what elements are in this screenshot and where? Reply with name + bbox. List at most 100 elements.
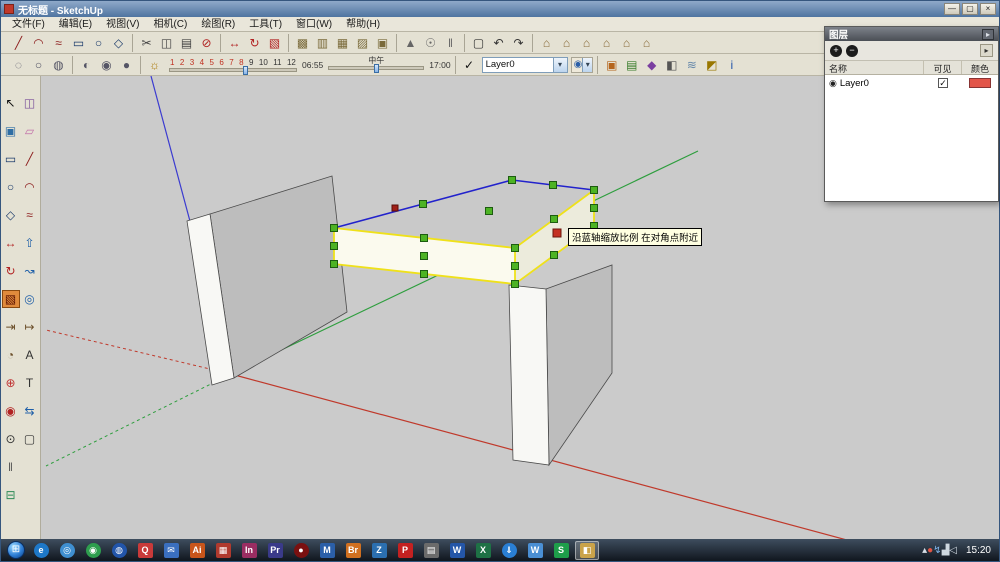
tool-paint-bucket[interactable]: ▣ xyxy=(2,122,20,140)
view-front-button[interactable]: ⌂ xyxy=(577,34,596,52)
style-xray-button[interactable]: ◌ xyxy=(9,56,28,74)
tool-circle[interactable]: ○ xyxy=(2,178,20,196)
scale-grip-active[interactable] xyxy=(552,228,562,238)
style-textured-button[interactable]: ◉ xyxy=(97,56,116,74)
layer-name[interactable]: Layer0 xyxy=(840,78,869,89)
view-top-button[interactable]: ⌂ xyxy=(557,34,576,52)
scale-grip[interactable] xyxy=(420,234,428,242)
previous-view-button[interactable]: ↶ xyxy=(489,34,508,52)
taskbar-browser-button[interactable]: ◉ xyxy=(81,541,105,560)
walk-button[interactable]: ‖ xyxy=(441,34,460,52)
scale-grip[interactable] xyxy=(420,270,428,278)
scale-grip[interactable] xyxy=(420,252,428,260)
menu-item-7[interactable]: 帮助(H) xyxy=(339,17,387,32)
scale-grip[interactable] xyxy=(590,186,598,194)
materials-button[interactable]: ▤ xyxy=(622,56,641,74)
maximize-button[interactable]: ▢ xyxy=(962,3,978,15)
tool-scale[interactable]: ▧ xyxy=(1,290,20,308)
taskbar-stock-button[interactable]: S xyxy=(549,541,573,560)
taskbar-messenger-button[interactable]: ◎ xyxy=(55,541,79,560)
scale-grip[interactable] xyxy=(330,242,338,250)
remove-layer-button[interactable]: − xyxy=(846,44,858,57)
layer-details-button[interactable]: ▸ xyxy=(980,44,993,57)
tool-orbit[interactable]: ◉ xyxy=(2,402,20,420)
minimize-button[interactable]: — xyxy=(944,3,960,15)
menu-item-1[interactable]: 编辑(E) xyxy=(52,17,99,32)
next-view-button[interactable]: ↷ xyxy=(509,34,528,52)
scale-grip[interactable] xyxy=(549,181,557,189)
taskbar-mail-button[interactable]: ✉ xyxy=(159,541,183,560)
tool-move[interactable]: ↔ xyxy=(2,234,20,252)
rotate-button[interactable]: ↻ xyxy=(245,34,264,52)
cut-button[interactable]: ✂ xyxy=(137,34,156,52)
shadow-settings-button[interactable]: ☼ xyxy=(145,56,164,74)
layer-row[interactable]: ◉ Layer0 ✓ xyxy=(825,75,998,91)
menu-item-5[interactable]: 工具(T) xyxy=(242,17,289,32)
taskbar-recorder-button[interactable]: ● xyxy=(289,541,313,560)
shadow-date-slider[interactable]: 1 2 3 4 5 6 7 8 9 10 11 12 xyxy=(169,58,297,75)
volume-icon[interactable]: ◁ xyxy=(949,545,957,556)
solid-split-button[interactable]: ▣ xyxy=(373,34,392,52)
tool-push-pull[interactable]: ⇧ xyxy=(21,234,39,252)
taskbar-thunder-button[interactable]: ⇓ xyxy=(497,541,521,560)
freehand-button[interactable]: ≈ xyxy=(49,34,68,52)
scale-grip[interactable] xyxy=(511,280,519,288)
position-camera-button[interactable]: ▲ xyxy=(401,34,420,52)
model-info-button[interactable]: i xyxy=(722,56,741,74)
tool-zoom-extents[interactable]: ▢ xyxy=(21,430,39,448)
tool-tape-measure[interactable]: ⇥ xyxy=(2,318,20,336)
scale-about-point[interactable] xyxy=(391,204,399,212)
taskbar-ie-button[interactable]: e xyxy=(29,541,53,560)
move-button[interactable]: ↔ xyxy=(225,34,244,52)
taskbar-qq-button[interactable]: Q xyxy=(133,541,157,560)
tool-line[interactable]: ╱ xyxy=(21,150,39,168)
scale-grip[interactable] xyxy=(485,207,493,215)
scale-grip[interactable] xyxy=(419,200,427,208)
tool-make-component[interactable]: ◫ xyxy=(21,94,39,112)
panel-menu-button[interactable]: ▸ xyxy=(982,28,994,40)
paste-button[interactable]: ▤ xyxy=(177,34,196,52)
erase-button[interactable]: ⊘ xyxy=(197,34,216,52)
tool-section-plane[interactable]: ⊟ xyxy=(2,486,20,504)
time-slider-track[interactable] xyxy=(328,63,425,73)
layer-select[interactable]: Layer0 ▾ xyxy=(481,56,568,73)
shadows-toggle-button[interactable]: ◩ xyxy=(702,56,721,74)
style-monochrome-button[interactable]: ● xyxy=(117,56,136,74)
scale-button[interactable]: ▧ xyxy=(265,34,284,52)
tool-follow-me[interactable]: ↝ xyxy=(21,262,39,280)
chevron-down-icon[interactable]: ▾ xyxy=(552,57,567,72)
tool-rotate[interactable]: ↻ xyxy=(2,262,20,280)
menu-item-6[interactable]: 窗口(W) xyxy=(289,17,339,32)
menu-item-2[interactable]: 视图(V) xyxy=(99,17,146,32)
tool-select[interactable]: ↖ xyxy=(2,94,20,112)
circle-button[interactable]: ○ xyxy=(89,34,108,52)
tool-freehand[interactable]: ≈ xyxy=(21,206,39,224)
solid-union-button[interactable]: ▩ xyxy=(293,34,312,52)
solid-subtract-button[interactable]: ▥ xyxy=(313,34,332,52)
column-name[interactable]: 名称 xyxy=(825,61,924,74)
date-slider-thumb[interactable] xyxy=(243,65,249,75)
match-photo-button[interactable]: ▣ xyxy=(602,56,621,74)
tool-offset[interactable]: ◎ xyxy=(21,290,39,308)
add-layer-button[interactable]: + xyxy=(830,44,842,57)
style-hidden-line-button[interactable]: ◍ xyxy=(49,56,68,74)
taskbar-excel-button[interactable]: X xyxy=(471,541,495,560)
styles-button[interactable]: ◧ xyxy=(662,56,681,74)
taskbar-clock[interactable]: 15:20 xyxy=(962,545,991,556)
tool-polygon[interactable]: ◇ xyxy=(2,206,20,224)
components-button[interactable]: ◆ xyxy=(642,56,661,74)
scale-grip[interactable] xyxy=(511,244,519,252)
date-slider-track[interactable] xyxy=(169,65,297,75)
taskbar-bridge-button[interactable]: Br xyxy=(341,541,365,560)
scale-grip[interactable] xyxy=(590,204,598,212)
style-shaded-button[interactable]: ◐ xyxy=(77,56,96,74)
tool-zoom[interactable]: ⊙ xyxy=(2,430,20,448)
taskbar-sketchup-button[interactable]: ◧ xyxy=(575,540,599,560)
tool-3d-text[interactable]: T xyxy=(21,374,39,392)
polygon-button[interactable]: ◇ xyxy=(109,34,128,52)
tool-arc[interactable]: ◠ xyxy=(21,178,39,196)
start-button[interactable]: ⊞ xyxy=(3,539,29,561)
taskbar-maya-button[interactable]: M xyxy=(315,541,339,560)
scale-grip[interactable] xyxy=(511,262,519,270)
view-iso-button[interactable]: ⌂ xyxy=(537,34,556,52)
